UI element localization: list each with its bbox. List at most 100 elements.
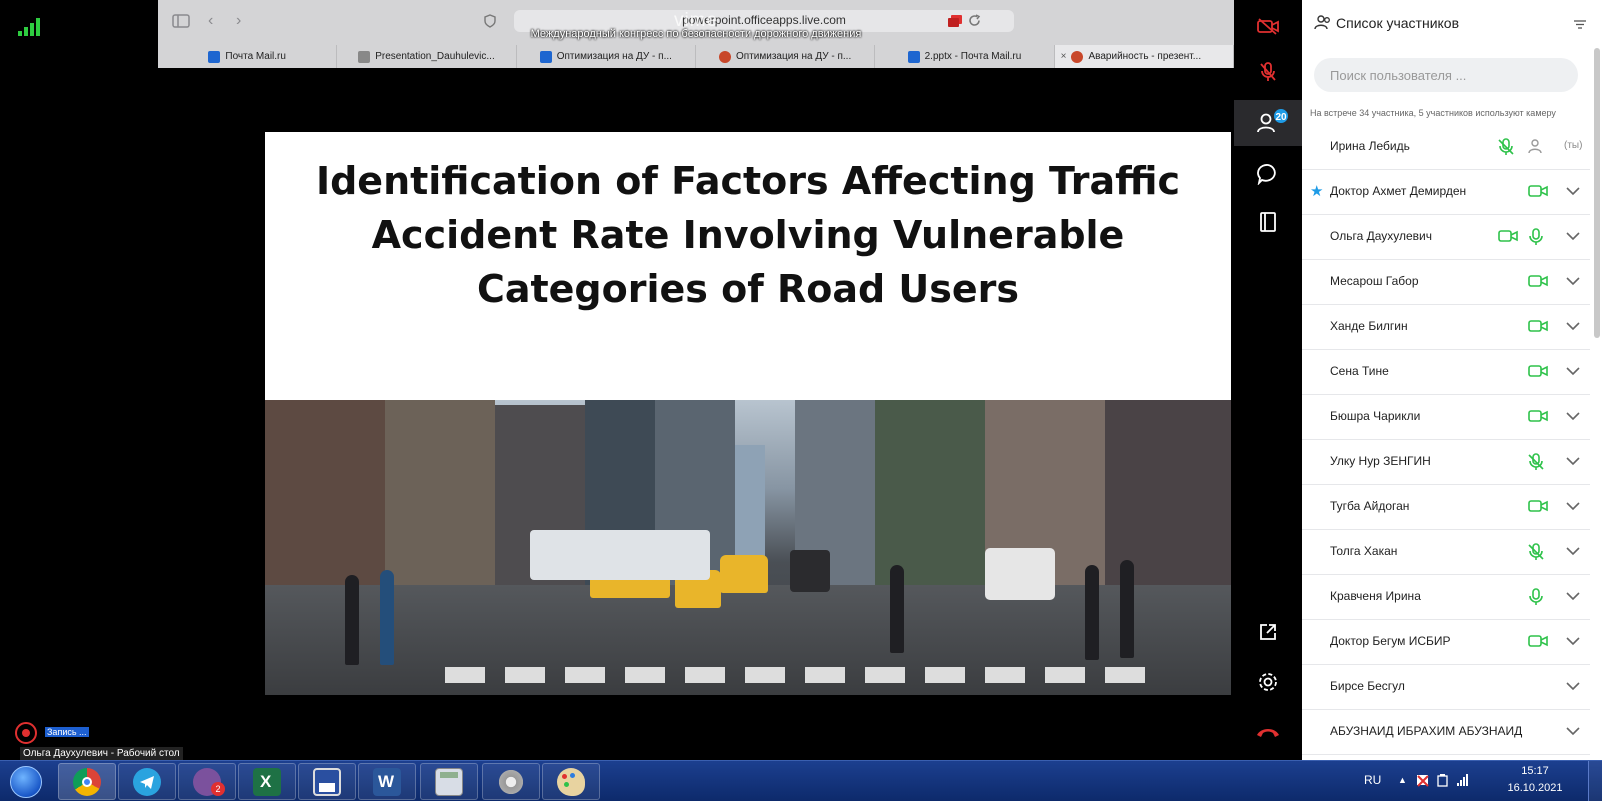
browser-toolbar: ‹ › powerpoint.officeapps.live.com vime … xyxy=(158,0,1234,42)
mic-off-icon[interactable] xyxy=(1528,453,1548,471)
participant-name: Улку Нур ЗЕНГИН xyxy=(1330,454,1431,468)
participant-row[interactable]: АБУЗНАИД ИБРАХИМ АБУЗНАИД xyxy=(1302,710,1590,755)
participants-list-icon xyxy=(1314,15,1330,30)
signal-strength-icon xyxy=(18,18,42,36)
participant-row[interactable]: Бюшра Чарикли xyxy=(1302,395,1590,440)
participant-row[interactable]: Улку Нур ЗЕНГИН xyxy=(1302,440,1590,485)
browser-tab[interactable]: Оптимизация на ДУ - п... xyxy=(517,45,696,68)
taskbar-viber[interactable]: 2 xyxy=(178,763,236,800)
taskbar-settings-app[interactable] xyxy=(482,763,540,800)
settings-button[interactable] xyxy=(1234,660,1302,704)
battery-icon[interactable] xyxy=(1436,773,1450,787)
show-desktop-button[interactable] xyxy=(1588,761,1602,801)
camera-icon[interactable] xyxy=(1498,228,1518,246)
browser-tab-active[interactable]: × Аварийность - презент... xyxy=(1054,45,1234,68)
chrome-icon xyxy=(73,767,101,796)
participants-button[interactable]: 20 xyxy=(1234,100,1302,146)
participant-row[interactable]: ★ Доктор Ахмет Демирден xyxy=(1302,170,1590,215)
camera-icon[interactable] xyxy=(1528,318,1548,336)
browser-tab[interactable]: Оптимизация на ДУ - п... xyxy=(696,45,876,68)
camera-icon[interactable] xyxy=(1528,273,1548,291)
chevron-down-icon[interactable] xyxy=(1564,452,1582,470)
mail-icon xyxy=(907,50,920,63)
chevron-down-icon[interactable] xyxy=(1564,317,1582,335)
camera-icon[interactable] xyxy=(1528,633,1548,651)
chevron-down-icon[interactable] xyxy=(1564,632,1582,650)
chevron-down-icon[interactable] xyxy=(1564,227,1582,245)
browser-tab[interactable]: Почта Mail.ru xyxy=(158,45,338,68)
chevron-down-icon[interactable] xyxy=(1564,272,1582,290)
external-link-icon xyxy=(1260,624,1276,640)
taskbar: 2 X W RU ▲ 15:17 16.10.2021 xyxy=(0,760,1602,801)
camera-icon[interactable] xyxy=(1528,363,1548,381)
language-indicator[interactable]: RU xyxy=(1364,773,1381,787)
participant-name: Кравченя Ирина xyxy=(1330,589,1421,603)
camera-icon[interactable] xyxy=(1528,183,1548,201)
recording-label: Запись ... xyxy=(45,727,89,737)
mic-off-icon[interactable] xyxy=(1528,543,1548,561)
participant-row[interactable]: Ханде Билгин xyxy=(1302,305,1590,350)
mic-toggle-button[interactable] xyxy=(1234,50,1302,94)
screen-share-icon[interactable] xyxy=(948,15,962,27)
taskbar-save-app[interactable] xyxy=(298,763,356,800)
chevron-down-icon[interactable] xyxy=(1564,542,1582,560)
participant-row[interactable]: Кравченя Ирина xyxy=(1302,575,1590,620)
user-icon[interactable] xyxy=(1528,138,1548,156)
participant-row[interactable]: Ольга Даухулевич xyxy=(1302,215,1590,260)
clock-date[interactable]: 16.10.2021 xyxy=(1500,782,1570,794)
chevron-down-icon[interactable] xyxy=(1564,722,1582,740)
participant-row[interactable]: Бирсе Бесгул xyxy=(1302,665,1590,710)
participant-row[interactable]: Доктор Бегум ИСБИР xyxy=(1302,620,1590,665)
chevron-down-icon[interactable] xyxy=(1564,407,1582,425)
browser-tab[interactable]: 2.pptx - Почта Mail.ru xyxy=(875,45,1055,68)
chevron-down-icon[interactable] xyxy=(1564,182,1582,200)
action-center-icon[interactable] xyxy=(1416,773,1430,787)
shared-browser: ‹ › powerpoint.officeapps.live.com vime … xyxy=(158,0,1234,68)
reload-icon[interactable] xyxy=(968,14,981,27)
close-tab-icon[interactable]: × xyxy=(1061,51,1067,62)
participant-name: Доктор Бегум ИСБИР xyxy=(1330,634,1451,648)
participant-row[interactable]: Тугба Айдоган xyxy=(1302,485,1590,530)
telegram-icon xyxy=(133,767,161,796)
taskbar-calculator[interactable] xyxy=(420,763,478,800)
chevron-down-icon[interactable] xyxy=(1564,497,1582,515)
tray-expand-icon[interactable]: ▲ xyxy=(1398,775,1412,789)
mic-off-icon[interactable] xyxy=(1498,138,1518,156)
notes-button[interactable] xyxy=(1234,200,1302,244)
user-search-input[interactable] xyxy=(1314,58,1578,92)
participant-name: Бирсе Бесгул xyxy=(1330,679,1405,693)
record-icon[interactable] xyxy=(15,722,37,744)
panel-scrollbar[interactable] xyxy=(1594,48,1600,338)
participant-row[interactable]: Месарош Габор xyxy=(1302,260,1590,305)
taskbar-word[interactable]: W xyxy=(358,763,416,800)
mic-icon[interactable] xyxy=(1528,588,1548,606)
network-icon[interactable] xyxy=(1456,773,1470,787)
taskbar-paint[interactable] xyxy=(542,763,600,800)
chevron-down-icon[interactable] xyxy=(1564,677,1582,695)
participant-name: Ирина Лебидь xyxy=(1330,139,1410,153)
camera-off-icon xyxy=(1257,18,1279,35)
participant-row[interactable]: Сена Тине xyxy=(1302,350,1590,395)
document-icon xyxy=(358,50,371,63)
chevron-down-icon[interactable] xyxy=(1564,587,1582,605)
chat-button[interactable] xyxy=(1234,152,1302,196)
browser-tab[interactable]: Presentation_Dauhulevic... xyxy=(337,45,517,68)
camera-icon[interactable] xyxy=(1528,408,1548,426)
chevron-down-icon[interactable] xyxy=(1564,362,1582,380)
camera-icon[interactable] xyxy=(1528,498,1548,516)
notes-icon xyxy=(1260,212,1276,232)
mic-icon[interactable] xyxy=(1528,228,1548,246)
clock-time[interactable]: 15:17 xyxy=(1500,765,1570,777)
camera-toggle-button[interactable] xyxy=(1234,4,1302,48)
filter-icon[interactable] xyxy=(1574,20,1586,29)
system-tray: RU ▲ 15:17 16.10.2021 xyxy=(1342,761,1602,801)
participants-count: На встрече 34 участника, 5 участников ис… xyxy=(1310,108,1556,118)
taskbar-chrome[interactable] xyxy=(58,763,116,800)
taskbar-telegram[interactable] xyxy=(118,763,176,800)
hangup-button[interactable] xyxy=(1234,710,1302,754)
taskbar-excel[interactable]: X xyxy=(238,763,296,800)
start-button[interactable] xyxy=(2,762,50,801)
participant-row[interactable]: Ирина Лебидь (ты) xyxy=(1302,125,1590,170)
external-link-button[interactable] xyxy=(1234,610,1302,654)
participant-row[interactable]: Толга Хакан xyxy=(1302,530,1590,575)
